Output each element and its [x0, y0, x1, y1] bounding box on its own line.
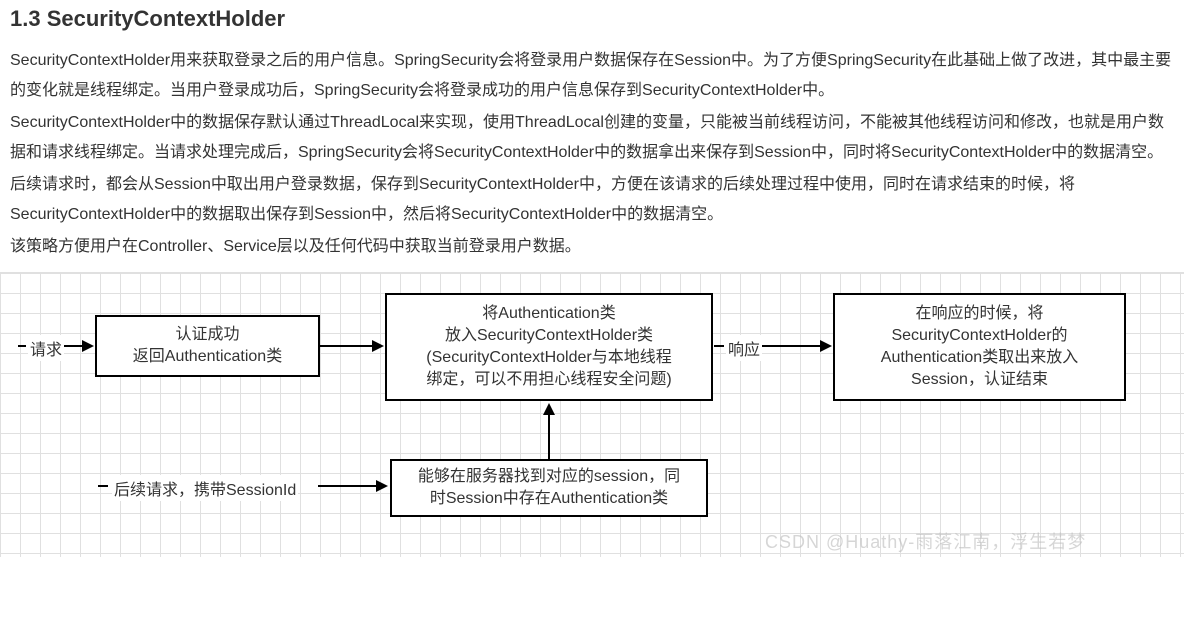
dash-followup-1	[98, 485, 108, 487]
flow-diagram: 请求 认证成功 返回Authentication类 将Authenticatio…	[0, 272, 1184, 557]
arrow-req-head	[82, 340, 94, 352]
label-followup: 后续请求，携带SessionId	[112, 475, 298, 501]
box1-line2: 返回Authentication类	[133, 346, 282, 368]
paragraph-4: 该策略方便用户在Controller、Service层以及任何代码中获取当前登录…	[0, 232, 1184, 262]
dash-request-1	[18, 345, 26, 347]
arrow-followup-head	[376, 480, 388, 492]
arrow-1-2-head	[372, 340, 384, 352]
box3-line2: SecurityContextHolder的	[891, 325, 1067, 347]
arrow-1-2-line	[320, 345, 374, 347]
arrow-up-line	[548, 413, 550, 459]
dash-resp-1	[714, 345, 724, 347]
paragraph-3: 后续请求时，都会从Session中取出用户登录数据，保存到SecurityCon…	[0, 170, 1184, 230]
arrow-resp-line	[762, 345, 822, 347]
section-heading: 1.3 SecurityContextHolder	[0, 0, 1184, 46]
box-followup-session: 能够在服务器找到对应的session，同 时Session中存在Authenti…	[390, 459, 708, 517]
paragraph-1: SecurityContextHolder用来获取登录之后的用户信息。Sprin…	[0, 46, 1184, 106]
box2-line1: 将Authentication类	[482, 303, 615, 325]
box2-line3: (SecurityContextHolder与本地线程	[426, 347, 671, 369]
arrow-resp-head	[820, 340, 832, 352]
box4-line2: 时Session中存在Authentication类	[430, 488, 668, 510]
arrow-req-line	[64, 345, 84, 347]
box-auth-success: 认证成功 返回Authentication类	[95, 315, 320, 377]
box2-line4: 绑定，可以不用担心线程安全问题)	[426, 369, 671, 391]
label-response: 响应	[726, 335, 762, 361]
arrow-followup-line	[318, 485, 378, 487]
label-request: 请求	[28, 335, 64, 361]
box1-line1: 认证成功	[175, 324, 239, 346]
box-put-authentication: 将Authentication类 放入SecurityContextHolder…	[385, 293, 713, 401]
arrow-up-head	[543, 403, 555, 415]
box-response-session: 在响应的时候，将 SecurityContextHolder的 Authenti…	[833, 293, 1126, 401]
watermark-text: CSDN @Huathy-雨落江南，浮生若梦	[765, 528, 1086, 554]
box3-line1: 在响应的时候，将	[915, 303, 1043, 325]
paragraph-2: SecurityContextHolder中的数据保存默认通过ThreadLoc…	[0, 108, 1184, 168]
box3-line4: Session，认证结束	[911, 369, 1048, 391]
box2-line2: 放入SecurityContextHolder类	[445, 325, 653, 347]
box4-line1: 能够在服务器找到对应的session，同	[418, 466, 680, 488]
box3-line3: Authentication类取出来放入	[881, 347, 1078, 369]
